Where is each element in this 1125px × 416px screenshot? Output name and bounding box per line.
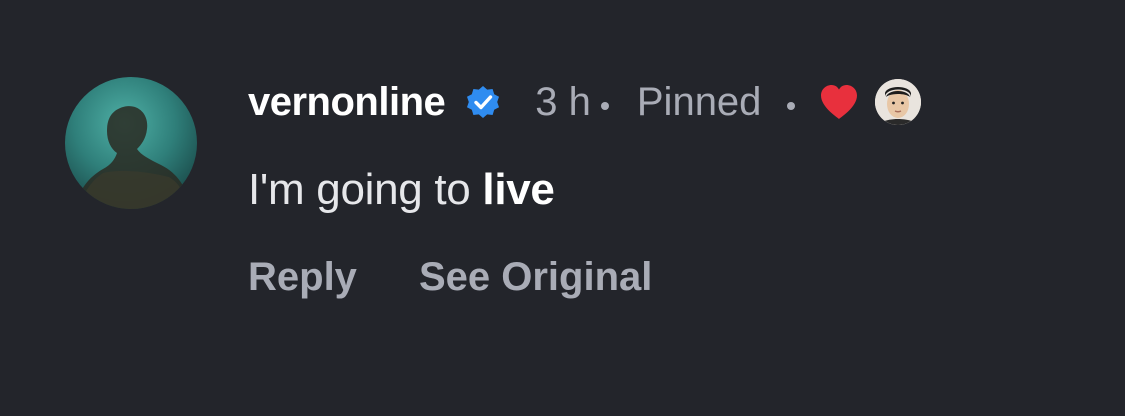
- comment-timestamp: 3 h: [535, 79, 591, 124]
- avatar-silhouette-icon: [75, 106, 191, 209]
- comment-text: I'm going to live: [248, 165, 555, 215]
- separator-dot: [787, 102, 796, 110]
- heart-icon: [817, 82, 861, 122]
- comment-text-prefix: I'm going to: [248, 165, 483, 214]
- user-avatar[interactable]: [65, 77, 197, 209]
- creator-avatar: [875, 79, 922, 125]
- reply-button[interactable]: Reply: [248, 255, 357, 300]
- verified-badge-icon: [463, 82, 503, 122]
- separator-dot: [600, 102, 609, 110]
- face-icon: [875, 79, 922, 125]
- comment-actions: Reply See Original: [248, 255, 652, 300]
- see-original-button[interactable]: See Original: [419, 255, 652, 300]
- comment-text-emphasis: live: [482, 165, 555, 214]
- pinned-label: Pinned: [636, 79, 762, 124]
- username-link[interactable]: vernonline: [248, 80, 446, 125]
- comment-header: vernonline 3 h Pinned: [248, 74, 922, 130]
- comment-item: vernonline 3 h Pinned I'm going to live …: [0, 0, 1125, 416]
